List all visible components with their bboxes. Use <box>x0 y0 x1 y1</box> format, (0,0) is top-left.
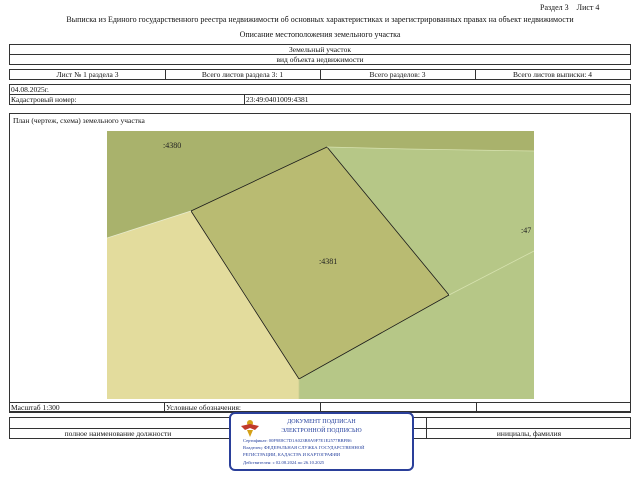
stamp-certificate: Сертификат: 00F9E8C7D1A023B8A9F7E1E2577B… <box>243 438 352 443</box>
sheet-number: Лист № 1 раздела 3 <box>56 70 119 79</box>
label-4380: :4380 <box>163 141 181 150</box>
sheet-info-row: Лист № 1 раздела 3 Всего листов раздела … <box>9 69 631 80</box>
object-type-caption: вид объекта недвижимости <box>276 55 364 64</box>
cadastral-label: Кадастровый номер: <box>11 95 77 104</box>
sheet-header: Раздел 3 Лист 4 <box>540 3 599 12</box>
position-caption: полное наименование должности <box>64 429 172 438</box>
label-4381: :4381 <box>319 257 337 266</box>
stamp-owner-line2: РЕГИСТРАЦИИ, КАДАСТРА И КАРТОГРАФИИ <box>243 452 341 457</box>
stamp-validity: Действителен: с 02.08.2024 по 26.10.2025 <box>243 460 325 465</box>
sheets-in-section: Всего листов раздела 3: 1 <box>201 70 284 79</box>
section-label: Раздел 3 <box>540 3 569 12</box>
plan-title: План (чертеж, схема) земельного участка <box>13 116 145 125</box>
parcel-map: :4380 :4381 :47 <box>107 131 534 399</box>
label-neighbor-right: :47 <box>521 226 531 235</box>
legend-label: Условные обозначения: <box>166 403 242 412</box>
scale-label: Масштаб 1:300 <box>11 403 60 412</box>
parcel-map-svg: :4380 :4381 :47 <box>107 131 534 399</box>
cadastral-number: 23:49:0401009:4381 <box>246 95 309 104</box>
object-type-caption-row: вид объекта недвижимости <box>9 54 631 65</box>
stamp-line2: ЭЛЕКТРОННОЙ ПОДПИСЬЮ <box>281 428 362 434</box>
sections-total: Всего разделов: 3 <box>369 70 426 79</box>
initials-caption: инициалы, фамилия <box>496 429 562 438</box>
document-title: Выписка из Единого государственного реес… <box>66 15 574 24</box>
document-subtitle: Описание местоположения земельного участ… <box>239 30 401 39</box>
issue-date: 04.08.2025г. <box>11 85 49 94</box>
stamp-line1: ДОКУМЕНТ ПОДПИСАН <box>287 419 356 425</box>
cadastral-row: Кадастровый номер: 23:49:0401009:4381 <box>9 94 631 105</box>
sheets-total: Всего листов выписки: 4 <box>513 70 592 79</box>
sheet-label: Лист 4 <box>576 3 600 12</box>
electronic-signature-stamp: ДОКУМЕНТ ПОДПИСАН ЭЛЕКТРОННОЙ ПОДПИСЬЮ С… <box>229 412 414 471</box>
stamp-owner-line1: Владелец: ФЕДЕРАЛЬНАЯ СЛУЖБА ГОСУДАРСТВЕ… <box>243 445 365 450</box>
object-type: Земельный участок <box>288 45 352 54</box>
